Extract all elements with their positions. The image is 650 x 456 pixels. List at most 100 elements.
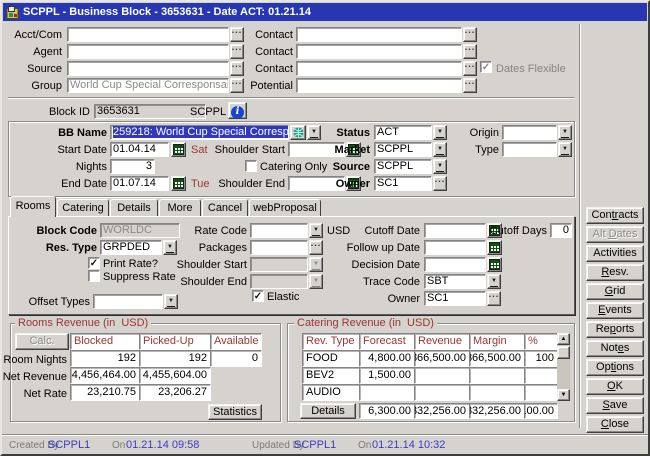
catering-row-margin[interactable] [469, 367, 525, 384]
activities-button[interactable]: Activities [586, 245, 644, 262]
contact1-lookup-button[interactable] [463, 27, 477, 42]
catering-scrollbar[interactable]: ▲ ▼ [557, 333, 570, 401]
end-date-calendar-button[interactable] [171, 176, 186, 191]
cutoff-date-field[interactable] [424, 223, 486, 238]
res-type-field[interactable]: GRPDED [100, 240, 162, 255]
grid-button[interactable]: Grid [586, 283, 644, 300]
contact3-lookup-button[interactable] [463, 61, 477, 76]
offset-types-field[interactable] [93, 294, 163, 309]
bb-name-translate-button[interactable] [290, 125, 306, 140]
follow-up-date-calendar-button[interactable] [487, 240, 502, 255]
tab-cancel[interactable]: Cancel [202, 199, 248, 216]
catering-row-forecast[interactable] [359, 384, 415, 401]
catering-total-revenue: 6,332,256.00 [414, 403, 470, 419]
type-field[interactable] [502, 142, 557, 157]
details-button[interactable]: Details [300, 403, 356, 419]
bb-owner-lookup-button[interactable] [433, 176, 447, 191]
tab-webproposal[interactable]: webProposal [249, 199, 321, 216]
close-button[interactable]: Close [586, 416, 644, 433]
tab-details[interactable]: Details [110, 199, 158, 216]
rooms-owner-field[interactable]: SC1 [424, 291, 486, 306]
catering-only-checkbox[interactable] [245, 160, 257, 172]
catering-row-pct[interactable] [524, 367, 558, 384]
rooms-row-label: Net Rate [2, 388, 67, 401]
follow-up-date-field[interactable] [424, 240, 486, 255]
options-button[interactable]: Options [586, 359, 644, 376]
window-title: SCPPL - Business Block - 3653631 - Date … [23, 6, 311, 18]
print-rate-checkbox[interactable] [88, 257, 100, 269]
title-bar[interactable]: SCPPL - Business Block - 3653631 - Date … [3, 3, 647, 21]
suppress-rate-checkbox[interactable] [88, 270, 100, 282]
contact1-field[interactable] [296, 27, 462, 42]
tab-catering[interactable]: Catering [57, 199, 109, 216]
catering-row-margin[interactable] [469, 384, 525, 401]
bb-owner-label: Owner [317, 178, 370, 191]
status-field[interactable]: ACT [374, 125, 432, 140]
start-date-calendar-button[interactable] [171, 142, 186, 157]
origin-lov-button[interactable] [558, 125, 572, 140]
origin-label: Origin [442, 127, 499, 140]
events-button[interactable]: Events [586, 302, 644, 319]
catering-row-pct[interactable] [524, 384, 558, 401]
decision-date-calendar-button[interactable] [487, 257, 502, 272]
catering-row-pct[interactable]: 100 [524, 350, 558, 367]
packages-lookup-button[interactable] [309, 240, 323, 255]
property-info-button[interactable]: i [228, 102, 247, 119]
updated-on-value: 01.21.14 10:32 [372, 439, 445, 452]
potential-field[interactable] [296, 78, 462, 93]
source-field[interactable] [67, 61, 229, 76]
room-nights-blocked: 192 [70, 350, 140, 367]
potential-lookup-button[interactable] [463, 78, 477, 93]
bb-name-field[interactable]: 259218: World Cup Special Corresponsals [110, 125, 289, 140]
catering-row-forecast[interactable]: 4,800.00 [359, 350, 415, 367]
cutoff-days-field[interactable]: 0 [550, 223, 572, 238]
calendar-icon [173, 178, 184, 189]
catering-row-revenue[interactable]: 9,866,500.00 [414, 350, 470, 367]
origin-field[interactable] [502, 125, 557, 140]
catering-row-margin[interactable]: 9,866,500.00 [469, 350, 525, 367]
block-code-label: Block Code [12, 225, 97, 238]
catering-row-type[interactable]: FOOD [302, 350, 360, 367]
ok-button[interactable]: OK [586, 378, 644, 395]
contracts-button[interactable]: Contracts [586, 207, 644, 224]
catering-row-revenue[interactable] [414, 384, 470, 401]
nights-field[interactable]: 3 [110, 159, 155, 174]
tab-rooms[interactable]: Rooms [10, 196, 56, 217]
bb-source-lov-button[interactable] [433, 159, 447, 174]
decision-date-field[interactable] [424, 257, 486, 272]
contact3-field[interactable] [296, 61, 462, 76]
trace-code-lov-button[interactable] [487, 274, 501, 289]
end-date-field[interactable]: 01.07.14 [110, 176, 169, 191]
rate-code-lov-button[interactable] [309, 223, 323, 238]
rooms-owner-lookup-button[interactable] [487, 291, 501, 306]
start-date-field[interactable]: 01.04.14 [110, 142, 169, 157]
type-lov-button[interactable] [558, 142, 572, 157]
catering-row-forecast[interactable]: 1,500.00 [359, 367, 415, 384]
reports-button[interactable]: Reports [586, 321, 644, 338]
notes-button[interactable]: Notes [586, 340, 644, 357]
market-field[interactable]: SCPPL [374, 142, 432, 157]
catering-row-type[interactable]: AUDIO [302, 384, 360, 401]
bb-owner-field[interactable]: SC1 [374, 176, 432, 191]
elastic-checkbox[interactable] [252, 290, 264, 302]
contact2-field[interactable] [296, 44, 462, 59]
trace-code-field[interactable]: SBT [424, 274, 486, 289]
catering-row-revenue[interactable] [414, 367, 470, 384]
offset-types-lov-button[interactable] [164, 294, 178, 309]
catering-row-type[interactable]: BEV2 [302, 367, 360, 384]
scrollbar-thumb[interactable] [557, 346, 570, 359]
dates-flexible-checkbox[interactable] [480, 61, 492, 73]
packages-field[interactable] [250, 240, 308, 255]
contact2-lookup-button[interactable] [463, 44, 477, 59]
group-field[interactable]: World Cup Special Corresponsals [67, 78, 229, 93]
bb-source-field[interactable]: SCPPL [374, 159, 432, 174]
scroll-down-icon[interactable]: ▼ [557, 389, 570, 401]
acct-com-field[interactable] [67, 27, 229, 42]
tab-more[interactable]: More [159, 199, 201, 216]
resv-button[interactable]: Resv. [586, 264, 644, 281]
agent-field[interactable] [67, 44, 229, 59]
scroll-up-icon[interactable]: ▲ [557, 333, 570, 345]
statistics-button[interactable]: Statistics [208, 404, 262, 420]
rate-code-field[interactable] [250, 223, 308, 238]
save-button[interactable]: Save [586, 397, 644, 414]
